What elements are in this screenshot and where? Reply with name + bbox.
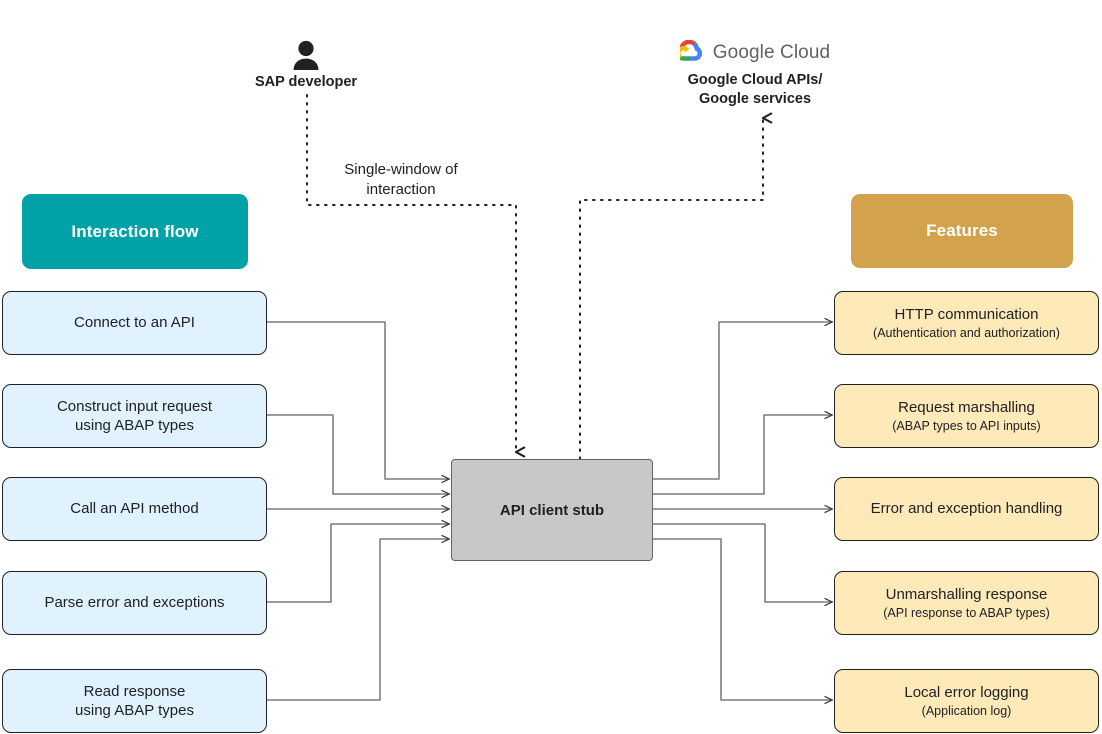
node-title: Construct input request using ABAP types (56, 397, 213, 435)
wire-parse-error-exceptions (267, 524, 449, 603)
node-error-and-exception-handling[interactable]: Error and exception handling (834, 477, 1099, 541)
node-call-an-api-method[interactable]: Call an API method (2, 477, 267, 541)
google-cloud-wordmark: Google Cloud (712, 42, 831, 63)
wire-construct-input-request (267, 414, 449, 494)
wire-read-response (267, 539, 449, 701)
node-title: API client stub (499, 501, 605, 519)
node-title: Call an API method (70, 500, 199, 518)
column-header-interaction-flow: Interaction flow (22, 194, 248, 269)
node-subtitle: (API response to ABAP types) (883, 606, 1050, 621)
node-title: Error and exception handling (870, 500, 1063, 518)
column-header-features: Features (851, 194, 1073, 268)
node-http-communication[interactable]: HTTP communication (Authentication and a… (834, 291, 1099, 355)
node-unmarshalling-response[interactable]: Unmarshalling response (API response to … (834, 571, 1099, 635)
node-title: Request marshalling (898, 398, 1035, 416)
node-title: Unmarshalling response (885, 585, 1048, 603)
annotation-single-window-of-interaction: Single-window of interaction (344, 161, 458, 198)
node-title: Connect to an API (74, 314, 195, 332)
wire-http-communication (653, 322, 832, 480)
node-local-error-logging[interactable]: Local error logging (Application log) (834, 669, 1099, 733)
node-parse-error-and-exceptions[interactable]: Parse error and exceptions (2, 571, 267, 635)
diagram-canvas: SAP developer Google Cloud Google Cloud … (0, 0, 1102, 734)
node-subtitle: (ABAP types to API inputs) (892, 419, 1041, 434)
node-title: Read response using ABAP types (75, 682, 194, 720)
node-subtitle: (Application log) (921, 704, 1012, 719)
wire-unmarshalling-response (653, 523, 832, 602)
node-title: Local error logging (904, 683, 1029, 701)
node-request-marshalling[interactable]: Request marshalling (ABAP types to API i… (834, 384, 1099, 448)
actor-google-cloud: Google Cloud Google Cloud APIs/ Google s… (655, 39, 855, 108)
actor-sap-developer: SAP developer (226, 40, 386, 92)
person-icon (226, 40, 386, 70)
node-read-response[interactable]: Read response using ABAP types (2, 669, 267, 733)
google-cloud-brand: Google Cloud (655, 39, 855, 66)
node-title: Parse error and exceptions (44, 594, 225, 612)
wire-connect-to-api (267, 321, 449, 479)
node-subtitle: (Authentication and authorization) (873, 326, 1060, 341)
wire-local-error-logging (653, 538, 832, 700)
actor-google-cloud-label: Google Cloud APIs/ Google services (687, 72, 823, 107)
node-connect-to-an-api[interactable]: Connect to an API (2, 291, 267, 355)
google-cloud-logo-icon (675, 39, 706, 66)
actor-sap-developer-label: SAP developer (254, 74, 358, 90)
node-title: HTTP communication (894, 305, 1039, 323)
node-api-client-stub[interactable]: API client stub (451, 459, 653, 561)
wire-sap-developer-to-stub (306, 94, 516, 452)
wire-request-marshalling (653, 415, 832, 495)
wire-stub-to-google-cloud (579, 118, 763, 460)
node-construct-input-request[interactable]: Construct input request using ABAP types (2, 384, 267, 448)
